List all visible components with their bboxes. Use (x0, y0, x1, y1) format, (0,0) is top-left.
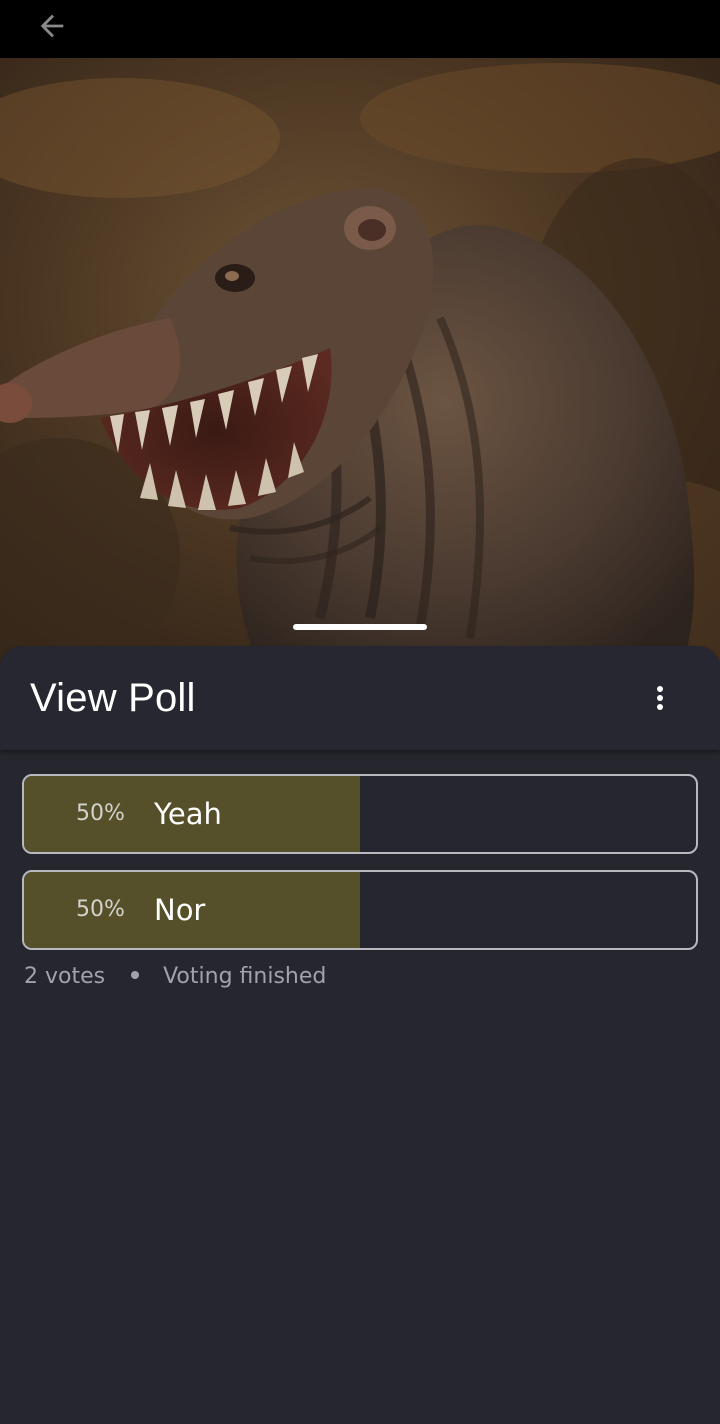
separator-dot (131, 971, 140, 979)
poll-options: 50% Yeah 50% Nor (22, 774, 698, 966)
poll-option-yeah[interactable]: 50% Yeah (22, 774, 698, 854)
poll-option-label: Yeah (154, 797, 222, 831)
sheet-drag-handle[interactable] (293, 624, 427, 630)
poll-status: Voting finished (163, 964, 327, 989)
page-title: View Poll (30, 676, 196, 720)
poll-screen: View Poll 50% Yeah 50% Nor 2 votes Votin… (0, 0, 720, 1424)
poll-option-percent: 50% (76, 897, 125, 922)
more-vertical-icon (657, 686, 663, 710)
sheet-header: View Poll (0, 646, 720, 750)
arrow-left-icon (40, 14, 64, 38)
top-app-bar (0, 0, 720, 58)
poll-meta: 2 votes Voting finished (24, 964, 326, 989)
creature-artwork (0, 58, 720, 668)
back-button[interactable] (30, 6, 74, 46)
poll-option-nor[interactable]: 50% Nor (22, 870, 698, 950)
vote-count: 2 votes (24, 964, 106, 989)
poll-option-label: Nor (154, 893, 206, 927)
more-options-button[interactable] (640, 678, 680, 718)
poll-bottom-sheet: View Poll 50% Yeah 50% Nor 2 votes Votin… (0, 646, 720, 1424)
poll-option-percent: 50% (76, 801, 125, 826)
poll-media-image (0, 58, 720, 668)
